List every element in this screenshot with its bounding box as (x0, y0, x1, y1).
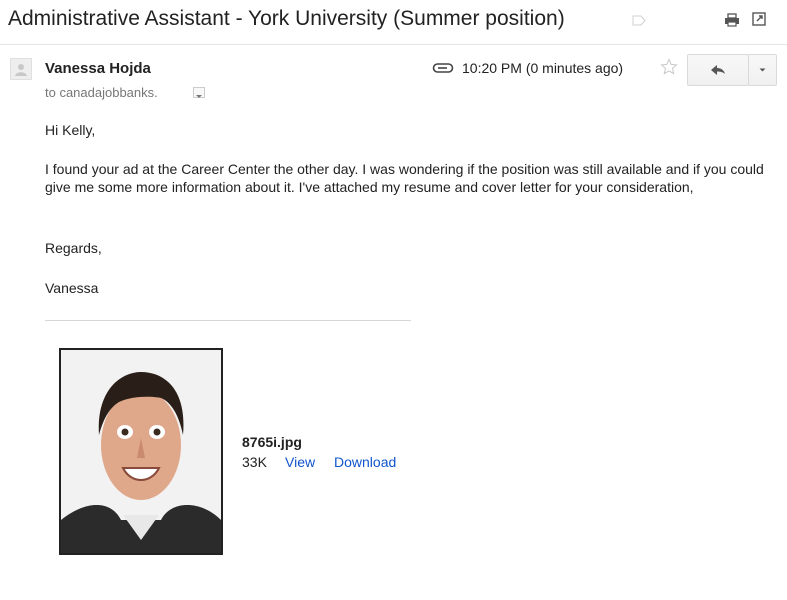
reply-button[interactable] (687, 54, 749, 86)
label-icon[interactable] (632, 15, 646, 26)
view-attachment-link[interactable]: View (285, 454, 315, 470)
recipient-line: to canadajobbanks. (45, 85, 158, 100)
show-details-button[interactable] (193, 87, 205, 98)
star-icon[interactable] (660, 58, 678, 76)
sender-avatar (10, 58, 32, 80)
avatar-icon (15, 64, 27, 76)
email-closing: Regards, (45, 240, 102, 256)
paperclip-icon (432, 63, 454, 73)
more-actions-button[interactable] (748, 54, 777, 86)
chevron-down-icon (196, 95, 202, 98)
attachment-divider (45, 320, 411, 321)
email-timestamp: 10:20 PM (0 minutes ago) (462, 60, 624, 76)
attachment-size: 33K (242, 454, 267, 470)
email-body: I found your ad at the Career Center the… (45, 161, 764, 195)
download-attachment-link[interactable]: Download (334, 454, 396, 470)
attachment-thumbnail[interactable] (59, 348, 223, 555)
sender-name[interactable]: Vanessa Hojda (45, 60, 151, 77)
print-icon[interactable] (724, 13, 740, 27)
email-greeting: Hi Kelly, (45, 122, 96, 138)
email-subject: Administrative Assistant - York Universi… (8, 7, 565, 30)
subject-bar: Administrative Assistant - York Universi… (0, 0, 787, 45)
new-window-icon[interactable] (752, 12, 766, 26)
attachment-preview-image (61, 350, 221, 553)
reply-icon (711, 65, 725, 75)
email-signature: Vanessa (45, 280, 99, 296)
attachment-filename: 8765i.jpg (242, 434, 302, 450)
chevron-down-icon (759, 68, 766, 72)
